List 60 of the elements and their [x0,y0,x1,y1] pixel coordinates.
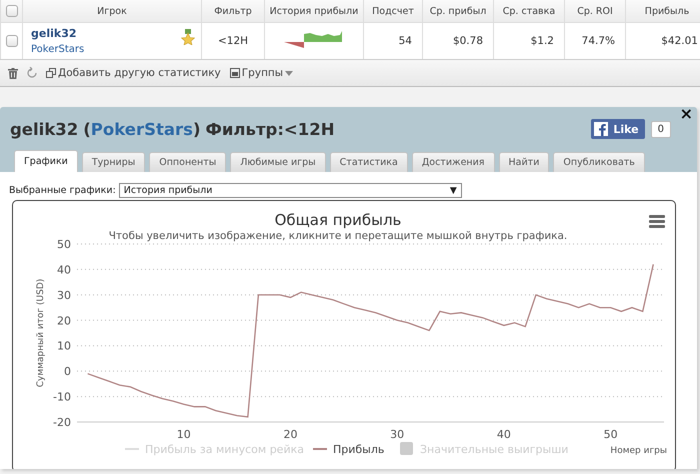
groups-button[interactable]: Группы [230,67,294,79]
filter-label: Фильтр:<12H [206,120,335,138]
y-tick-label: 10 [57,340,71,353]
like-button[interactable]: Like [591,119,645,139]
facebook-icon [594,122,608,136]
column-header[interactable]: Ср. ставка [494,0,564,22]
y-tick-label: 0 [64,365,71,378]
checkbox[interactable] [6,35,18,47]
refresh-icon [27,67,37,79]
tab[interactable]: Любимые игры [230,152,326,172]
legend-item[interactable]: Прибыль [313,443,384,456]
legend-label: Прибыль [333,443,384,456]
chart-title: Общая прибыль [274,211,402,229]
y-tick-label: 40 [57,263,71,276]
close-button[interactable]: × [680,107,693,121]
y-tick-label: 30 [57,288,71,302]
parenthesis: ( [83,120,91,138]
tab[interactable]: Графики [14,150,78,172]
column-header[interactable]: Прибыль [626,0,700,22]
like-count: 0 [650,120,671,138]
x-axis-label: Номер игры [610,446,667,456]
site-link[interactable]: PokerStars [31,44,84,55]
folder-icon [230,68,240,78]
tab[interactable]: Турниры [82,152,146,172]
tab[interactable]: Достижения [412,152,495,172]
field-label: Выбранные графики: [9,185,116,196]
player-link[interactable]: gelik32 [31,27,84,40]
dropdown-arrow: ▼ [450,186,457,196]
chart-dropdown[interactable]: История прибыли ▼ [118,183,462,198]
y-tick-label: 20 [57,314,71,328]
y-tick-label: 50 [57,238,71,251]
column-header[interactable]: Фильтр [202,0,264,22]
trash-icon [8,68,18,78]
tab[interactable]: Статистика [330,152,408,172]
y-axis-label: Суммарный итог (USD) [36,278,46,388]
chart-subtitle: Чтобы увеличить изображение, кликните и перетащите мышкой внутрь графика. [108,230,568,242]
column-header[interactable]: История прибыли [264,0,364,22]
x-tick-label: 30 [390,428,404,441]
sparkline-drawing [284,31,344,51]
tab[interactable]: Опубликовать [553,152,645,172]
tab[interactable]: Оппоненты [149,152,226,172]
x-tick-label: 40 [496,428,511,441]
column-header[interactable]: Игрок [22,0,202,22]
tab[interactable]: Найти [498,152,550,172]
window-icon [46,68,56,78]
menu-icon [649,215,665,228]
parenthesis: ) [192,120,200,138]
add-stat-button[interactable]: Добавить другую статистику [46,67,221,79]
y-tick-label: -10 [53,390,71,404]
column-header[interactable]: Подсчет [364,0,422,22]
x-tick-label: 20 [283,428,298,441]
caret-icon [285,70,294,76]
x-tick-label: 50 [604,428,618,441]
x-tick-label: 10 [176,428,191,441]
player-name: gelik32 [10,120,78,138]
checkbox[interactable] [6,5,18,17]
column-header[interactable]: Ср. ROI [564,0,626,22]
medal-icon [181,29,195,45]
y-tick-label: -20 [53,416,71,429]
column-header[interactable]: Ср. прибыл [422,0,494,22]
